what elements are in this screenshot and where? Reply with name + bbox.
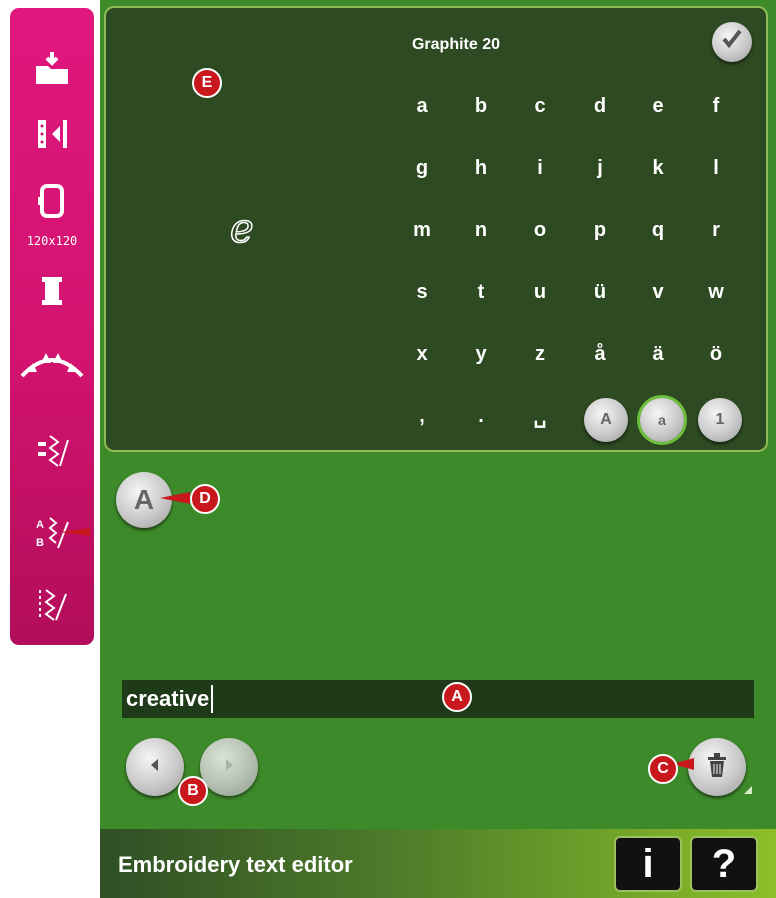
text-cursor [211, 685, 214, 713]
key-8[interactable]: i [515, 148, 565, 188]
key-11[interactable]: l [691, 148, 741, 188]
trash-icon [704, 751, 730, 784]
sidebar-item-thread[interactable] [10, 261, 94, 321]
help-button[interactable]: ? [690, 836, 758, 892]
key-26[interactable]: z [515, 334, 565, 374]
corner-indicator-icon [744, 786, 752, 794]
font-name: Graphite 20 [411, 36, 501, 53]
callout-c: C [648, 754, 678, 784]
cursor-right-button[interactable] [200, 738, 258, 796]
key-9[interactable]: j [575, 148, 625, 188]
key-15[interactable]: p [575, 210, 625, 250]
key-23[interactable]: w [691, 272, 741, 312]
key-12[interactable]: m [397, 210, 447, 250]
key-16[interactable]: q [633, 210, 683, 250]
key-32[interactable]: ␣ [515, 396, 565, 436]
key-0[interactable]: a [397, 86, 447, 126]
embroidery-design-icon [17, 346, 87, 386]
sidebar-item-load[interactable] [10, 38, 94, 98]
hoop-icon [37, 181, 67, 221]
key-5[interactable]: f [691, 86, 741, 126]
uppercase-button[interactable]: A [584, 398, 628, 442]
cursor-left-button[interactable] [126, 738, 184, 796]
callout-b: B [178, 776, 208, 806]
text-value: creative [126, 686, 210, 711]
key-28[interactable]: ä [633, 334, 683, 374]
key-13[interactable]: n [456, 210, 506, 250]
page-title: Embroidery text editor [118, 852, 353, 877]
text-input[interactable]: creative [122, 680, 754, 718]
sidebar-item-design[interactable] [10, 336, 94, 396]
confirm-button[interactable] [712, 22, 752, 62]
stitch-edit-icon [32, 430, 72, 470]
arrow-right-icon [221, 757, 237, 778]
key-6[interactable]: g [397, 148, 447, 188]
sidebar-item-stitch[interactable] [10, 420, 94, 480]
key-24[interactable]: x [397, 334, 447, 374]
spool-icon [32, 271, 72, 311]
arrow-left-icon [147, 757, 163, 778]
font-panel: Graphite 20 E e abcdefghijklmnopqrstuüvw… [104, 6, 768, 452]
key-29[interactable]: ö [691, 334, 741, 374]
position-icon [32, 114, 72, 154]
key-22[interactable]: v [633, 272, 683, 312]
callout-a: A [442, 682, 472, 712]
key-7[interactable]: h [456, 148, 506, 188]
callout-d: D [190, 484, 220, 514]
key-20[interactable]: u [515, 272, 565, 312]
key-10[interactable]: k [633, 148, 683, 188]
key-25[interactable]: y [456, 334, 506, 374]
sidebar-item-program[interactable] [10, 574, 94, 634]
sidebar: 120x120 AB [10, 8, 94, 645]
callout-e: E [192, 68, 222, 98]
sidebar-item-hoop[interactable] [10, 176, 94, 226]
key-21[interactable]: ü [575, 272, 625, 312]
load-folder-icon [32, 48, 72, 88]
sidebar-item-position[interactable] [10, 104, 94, 164]
key-1[interactable]: b [456, 86, 506, 126]
key-31[interactable]: . [456, 396, 506, 436]
key-30[interactable]: , [397, 396, 447, 436]
hoop-size-label: 120x120 [26, 234, 78, 248]
key-18[interactable]: s [397, 272, 447, 312]
key-27[interactable]: å [575, 334, 625, 374]
key-17[interactable]: r [691, 210, 741, 250]
key-3[interactable]: d [575, 86, 625, 126]
key-4[interactable]: e [633, 86, 683, 126]
preview-char: e [226, 204, 276, 254]
numbers-button[interactable]: 1 [698, 398, 742, 442]
lowercase-button[interactable]: a [640, 398, 684, 442]
key-2[interactable]: c [515, 86, 565, 126]
checkmark-icon [721, 28, 743, 56]
info-button[interactable]: i [614, 836, 682, 892]
svg-text:B: B [36, 537, 44, 549]
stitch-program-icon [32, 584, 72, 624]
key-14[interactable]: o [515, 210, 565, 250]
key-19[interactable]: t [456, 272, 506, 312]
svg-text:A: A [36, 519, 44, 531]
svg-text:e: e [230, 206, 254, 252]
